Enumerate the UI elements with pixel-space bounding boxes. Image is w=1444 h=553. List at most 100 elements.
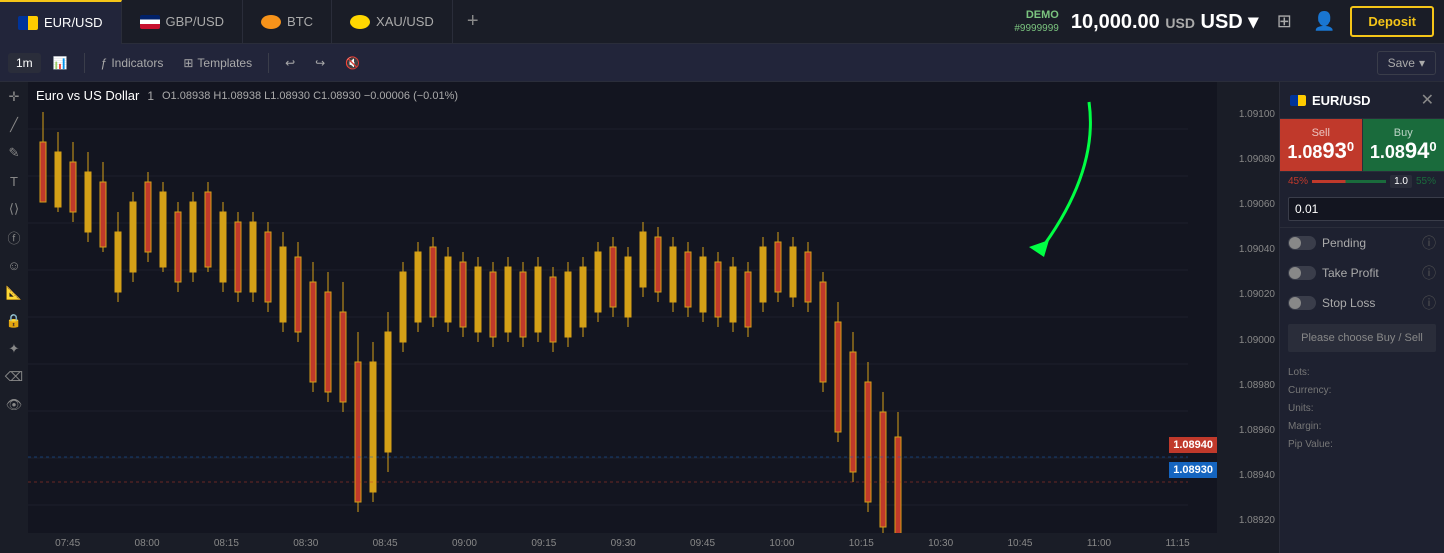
chart-symbol: Euro vs US Dollar bbox=[36, 88, 139, 103]
eye-tool[interactable]: 👁 bbox=[3, 394, 25, 416]
price-level-9: 1.08940 bbox=[1239, 470, 1275, 481]
spread-line bbox=[1312, 180, 1386, 183]
chart-info: Euro vs US Dollar 1 O1.08938 H1.08938 L1… bbox=[36, 88, 458, 103]
time-0745: 07:45 bbox=[55, 538, 80, 549]
lots-row: lots ▾ + − bbox=[1280, 191, 1444, 228]
currency-stat-label: Currency: bbox=[1288, 382, 1331, 400]
panel-close-button[interactable]: ✕ bbox=[1421, 90, 1434, 110]
account-info: DEMO #9999999 bbox=[1014, 8, 1059, 35]
indicators-label: Indicators bbox=[111, 56, 163, 70]
account-mode: DEMO bbox=[1026, 8, 1059, 22]
stats-currency-row: Currency: bbox=[1288, 382, 1436, 400]
top-bar: EUR/USD GBP/USD BTC XAU/USD + DEMO #9999… bbox=[0, 0, 1444, 44]
deposit-button[interactable]: Deposit bbox=[1350, 6, 1434, 37]
flag-btc-icon bbox=[261, 15, 281, 29]
indicators-icon: ƒ bbox=[101, 56, 108, 70]
balance-currency-text: USD ▾ bbox=[1201, 11, 1259, 33]
sell-price-prefix: 1.08 bbox=[1287, 142, 1322, 162]
bar-type-icon: 📊 bbox=[53, 56, 68, 70]
chart-ohlc: O1.08938 H1.08938 L1.08930 C1.08930 −0.0… bbox=[162, 90, 458, 102]
tab-btc-label: BTC bbox=[287, 14, 313, 29]
buy-button[interactable]: Buy 1.08940 bbox=[1363, 119, 1444, 171]
trend-tool[interactable]: ╱ bbox=[3, 114, 25, 136]
cursor-tool[interactable]: ✛ bbox=[3, 86, 25, 108]
eraser-tool[interactable]: ⌫ bbox=[3, 366, 25, 388]
multi-tool[interactable]: ⟨⟩ bbox=[3, 198, 25, 220]
take-profit-info-icon[interactable]: ⓘ bbox=[1422, 263, 1436, 283]
buy-price: 1.08940 bbox=[1367, 139, 1441, 163]
pending-label: Pending bbox=[1322, 236, 1366, 250]
separator-2 bbox=[268, 53, 269, 73]
panel-symbol: EUR/USD bbox=[1290, 93, 1371, 108]
price-level-7: 1.08980 bbox=[1239, 380, 1275, 391]
templates-label: Templates bbox=[197, 56, 252, 70]
timeframe-button[interactable]: 1m bbox=[8, 53, 41, 73]
balance-currency: USD bbox=[1165, 15, 1195, 31]
lock-tool[interactable]: 🔒 bbox=[3, 310, 25, 332]
save-label: Save bbox=[1388, 56, 1415, 70]
tab-gbpusd[interactable]: GBP/USD bbox=[122, 0, 244, 44]
sound-button[interactable]: 🔇 bbox=[337, 52, 368, 74]
pending-toggle[interactable] bbox=[1288, 236, 1316, 250]
tab-btc[interactable]: BTC bbox=[243, 0, 332, 44]
separator-1 bbox=[84, 53, 85, 73]
choose-buy-sell-button[interactable]: Please choose Buy / Sell bbox=[1288, 324, 1436, 352]
undo-button[interactable]: ↩ bbox=[277, 52, 303, 74]
time-1015: 10:15 bbox=[849, 538, 874, 549]
save-button[interactable]: Save ▾ bbox=[1377, 51, 1436, 75]
price-scale: 1.09100 1.09080 1.09060 1.09040 1.09020 … bbox=[1217, 82, 1279, 553]
buy-price-prefix: 1.08 bbox=[1370, 142, 1405, 162]
margin-stat-label: Margin: bbox=[1288, 418, 1321, 436]
price-level-1: 1.09100 bbox=[1239, 109, 1275, 120]
emoji-tool[interactable]: ☺ bbox=[3, 254, 25, 276]
price-level-6: 1.09000 bbox=[1239, 335, 1275, 346]
stop-loss-info-icon[interactable]: ⓘ bbox=[1422, 293, 1436, 313]
time-0815: 08:15 bbox=[214, 538, 239, 549]
indicators-button[interactable]: ƒ Indicators bbox=[93, 52, 172, 74]
pending-toggle-row: Pending ⓘ bbox=[1280, 228, 1444, 258]
time-1000: 10:00 bbox=[769, 538, 794, 549]
stats-area: Lots: Currency: Units: Margin: Pip Value… bbox=[1280, 358, 1444, 460]
stop-loss-toggle[interactable] bbox=[1288, 296, 1316, 310]
account-icon[interactable]: 👤 bbox=[1310, 8, 1338, 36]
measure-tool[interactable]: 📐 bbox=[3, 282, 25, 304]
templates-icon: ⊞ bbox=[183, 56, 193, 70]
chart-area[interactable]: ✛ ╱ ✎ T ⟨⟩ ⓕ ☺ 📐 🔒 ✦ ⌫ 👁 Euro vs US Doll… bbox=[0, 82, 1279, 553]
take-profit-toggle[interactable] bbox=[1288, 266, 1316, 280]
stats-lots-row: Lots: bbox=[1288, 364, 1436, 382]
buy-sell-row: Sell 1.08930 Buy 1.08940 bbox=[1280, 119, 1444, 172]
text-tool[interactable]: T bbox=[3, 170, 25, 192]
time-0845: 08:45 bbox=[373, 538, 398, 549]
price-level-4: 1.09040 bbox=[1239, 244, 1275, 255]
tab-gbpusd-label: GBP/USD bbox=[166, 14, 225, 29]
tab-eurusd[interactable]: EUR/USD bbox=[0, 0, 122, 44]
balance-amount: 10,000.00 bbox=[1071, 11, 1160, 33]
magnet-tool[interactable]: ✦ bbox=[3, 338, 25, 360]
grid-icon[interactable]: ⊞ bbox=[1270, 8, 1298, 36]
tab-xauusd[interactable]: XAU/USD bbox=[332, 0, 453, 44]
sell-price-sup: 0 bbox=[1347, 139, 1354, 154]
redo-button[interactable]: ↪ bbox=[307, 52, 333, 74]
pen-tool[interactable]: ✎ bbox=[3, 142, 25, 164]
pending-info-icon[interactable]: ⓘ bbox=[1422, 233, 1436, 253]
price-level-10: 1.08920 bbox=[1239, 515, 1275, 526]
account-balance[interactable]: 10,000.00 USD USD ▾ bbox=[1071, 9, 1259, 34]
chart-tools: ✛ ╱ ✎ T ⟨⟩ ⓕ ☺ 📐 🔒 ✦ ⌫ 👁 bbox=[0, 82, 28, 553]
sell-button[interactable]: Sell 1.08930 bbox=[1280, 119, 1363, 171]
fibonacci-tool[interactable]: ⓕ bbox=[3, 226, 25, 248]
price-level-8: 1.08960 bbox=[1239, 425, 1275, 436]
templates-button[interactable]: ⊞ Templates bbox=[175, 52, 260, 74]
candlestick-chart bbox=[28, 82, 1188, 553]
add-tab-button[interactable]: + bbox=[453, 0, 493, 44]
lots-input[interactable] bbox=[1288, 197, 1444, 221]
price-level-5: 1.09020 bbox=[1239, 289, 1275, 300]
sell-price-main: 93 bbox=[1322, 138, 1346, 163]
spread-buy-pct: 55% bbox=[1416, 176, 1436, 187]
buy-price-main: 94 bbox=[1405, 138, 1429, 163]
time-1115: 11:15 bbox=[1165, 538, 1189, 549]
flag-eurusd-icon bbox=[18, 16, 38, 30]
bar-type-button[interactable]: 📊 bbox=[45, 52, 76, 74]
price-level-2: 1.09080 bbox=[1239, 154, 1275, 165]
flag-xau-icon bbox=[350, 15, 370, 29]
stop-loss-toggle-row: Stop Loss ⓘ bbox=[1280, 288, 1444, 318]
